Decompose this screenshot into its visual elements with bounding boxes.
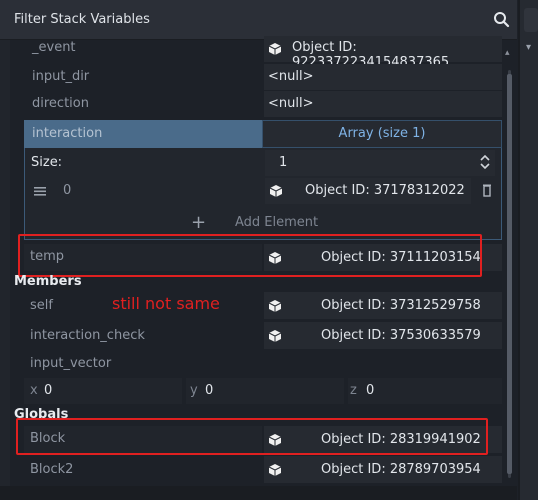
trash-icon[interactable] — [481, 183, 493, 203]
bottom-bar — [0, 486, 517, 500]
variable-value-text: <null> — [268, 96, 314, 111]
vector-y-value: 0 — [205, 383, 214, 398]
vector-y-field[interactable]: y 0 — [186, 378, 344, 404]
variable-name: self — [30, 298, 53, 313]
vector-x-label: x — [30, 383, 38, 398]
drag-handle-icon[interactable] — [33, 184, 47, 202]
vector-z-field[interactable]: z 0 — [348, 378, 502, 404]
variable-value[interactable]: Object ID: 37530633579 — [264, 322, 502, 349]
vector-x-value: 0 — [44, 383, 53, 398]
array-editor: Size: 1 0 Object ID: 37178312022 + Add E… — [24, 148, 502, 240]
variable-value[interactable]: <null> — [264, 64, 502, 90]
vector-y-label: y — [190, 383, 198, 398]
variable-row-direction[interactable]: direction <null> — [24, 91, 502, 117]
vector-editor: x 0 y 0 z 0 — [24, 378, 502, 404]
variable-name: interaction_check — [30, 328, 145, 343]
vector-z-label: z — [350, 383, 357, 398]
element-value[interactable]: Object ID: 37178312022 — [265, 178, 471, 204]
vertical-scrollbar[interactable]: ▴ — [504, 40, 514, 485]
panel-title: Filter Stack Variables — [14, 12, 150, 27]
cube-icon — [268, 462, 282, 477]
cube-icon — [269, 183, 283, 198]
scroll-thumb[interactable] — [507, 74, 512, 474]
variable-value-text: Object ID: 37312529758 — [321, 298, 481, 313]
array-toggle-button[interactable]: Array (size 1) — [262, 120, 502, 148]
variable-name: interaction — [24, 120, 262, 148]
variable-value[interactable]: <null> — [264, 91, 502, 117]
side-panel: ▾ — [518, 0, 538, 500]
array-size-spinbox[interactable]: 1 — [265, 150, 495, 176]
cube-icon — [268, 298, 282, 313]
scroll-up-icon[interactable]: ▴ — [505, 48, 510, 58]
variable-row-self[interactable]: self Object ID: 37312529758 — [24, 292, 502, 319]
left-gutter — [0, 40, 10, 500]
variable-value[interactable]: Object ID: 9223372234154837365 — [264, 36, 502, 70]
highlight-box — [18, 234, 482, 277]
variable-name-input-vector: input_vector — [30, 356, 112, 371]
variable-row-event[interactable]: _event Object ID: 9223372234154837365 — [24, 36, 502, 70]
add-element-button[interactable]: + Add Element — [185, 210, 345, 236]
variable-name: _event — [32, 40, 76, 55]
variable-name: Block2 — [30, 462, 74, 477]
element-index: 0 — [63, 183, 72, 198]
panel-header: Filter Stack Variables — [0, 0, 517, 40]
variable-value-text: <null> — [268, 69, 314, 84]
cube-icon — [268, 41, 282, 56]
add-element-label: Add Element — [235, 215, 319, 230]
variable-name: input_dir — [32, 69, 90, 84]
search-icon[interactable] — [490, 8, 514, 32]
variable-value[interactable]: Object ID: 28789703954 — [264, 456, 502, 483]
array-size-label: Size: — [31, 155, 63, 170]
spin-arrows-icon[interactable] — [479, 152, 491, 176]
variable-name: direction — [32, 96, 89, 111]
vector-z-value: 0 — [366, 383, 375, 398]
variable-value-text: Object ID: 37530633579 — [321, 328, 481, 343]
side-panel-tab[interactable] — [524, 8, 538, 32]
chevron-down-icon[interactable]: ▾ — [526, 42, 531, 53]
variable-row-interaction-check[interactable]: interaction_check Object ID: 37530633579 — [24, 322, 502, 349]
element-value-text: Object ID: 37178312022 — [305, 183, 465, 198]
variable-row-block2[interactable]: Block2 Object ID: 28789703954 — [24, 456, 502, 483]
variable-value[interactable]: Object ID: 37312529758 — [264, 292, 502, 319]
plus-icon: + — [191, 212, 207, 233]
section-members: Members — [14, 274, 82, 289]
cube-icon — [268, 328, 282, 343]
array-size-value: 1 — [279, 155, 288, 170]
vector-x-field[interactable]: x 0 — [24, 378, 182, 404]
variable-row-interaction[interactable]: interaction Array (size 1) — [24, 120, 502, 148]
highlight-box — [16, 418, 488, 455]
variable-row-input-dir[interactable]: input_dir <null> — [24, 64, 502, 90]
variable-value-text: Object ID: 28789703954 — [321, 462, 481, 477]
